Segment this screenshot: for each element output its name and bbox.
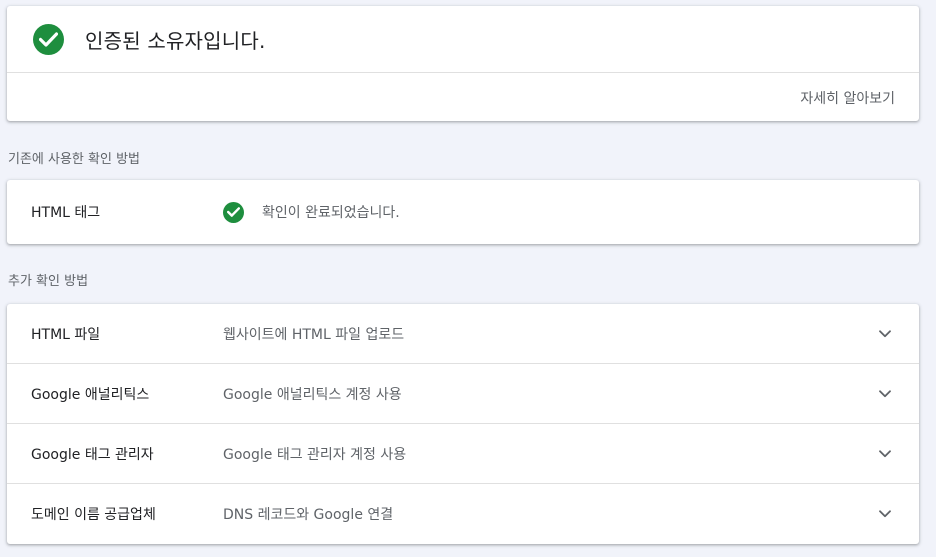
verified-owner-card: 인증된 소유자입니다. 자세히 알아보기 (7, 6, 919, 121)
check-circle-icon (33, 23, 64, 55)
method-row-html-file[interactable]: HTML 파일 웹사이트에 HTML 파일 업로드 (7, 304, 919, 364)
method-description: DNS 레코드와 Google 연결 (223, 507, 394, 523)
method-name: Google 애널리틱스 (31, 386, 150, 403)
previous-method-card: HTML 태그 확인이 완료되었습니다. (7, 180, 919, 244)
method-name: Google 태그 관리자 (31, 446, 154, 463)
previous-method-name: HTML 태그 (31, 205, 101, 221)
verified-owner-title: 인증된 소유자입니다. (85, 28, 266, 53)
method-description: Google 애널리틱스 계정 사용 (223, 386, 402, 403)
chevron-down-icon[interactable] (877, 446, 893, 462)
previous-method-status: 확인이 완료되었습니다. (223, 201, 400, 223)
method-name: HTML 파일 (31, 326, 101, 343)
additional-methods-section-label: 추가 확인 방법 (8, 274, 89, 289)
previous-method-status-text: 확인이 완료되었습니다. (262, 205, 400, 221)
verified-owner-header: 인증된 소유자입니다. (7, 6, 919, 73)
method-row-google-analytics[interactable]: Google 애널리틱스 Google 애널리틱스 계정 사용 (7, 364, 919, 424)
chevron-down-icon[interactable] (877, 506, 893, 522)
method-name: 도메인 이름 공급업체 (31, 507, 156, 523)
method-row-google-tag-manager[interactable]: Google 태그 관리자 Google 태그 관리자 계정 사용 (7, 424, 919, 484)
method-description: 웹사이트에 HTML 파일 업로드 (223, 326, 405, 343)
learn-more-link[interactable]: 자세히 알아보기 (800, 88, 895, 108)
additional-methods-card: HTML 파일 웹사이트에 HTML 파일 업로드 Google 애널리틱스 G… (7, 304, 919, 544)
method-row-domain-provider[interactable]: 도메인 이름 공급업체 DNS 레코드와 Google 연결 (7, 484, 919, 544)
chevron-down-icon[interactable] (877, 386, 893, 402)
chevron-down-icon[interactable] (877, 326, 893, 342)
check-circle-icon (223, 201, 244, 223)
method-description: Google 태그 관리자 계정 사용 (223, 446, 407, 463)
previous-method-section-label: 기존에 사용한 확인 방법 (8, 152, 140, 167)
